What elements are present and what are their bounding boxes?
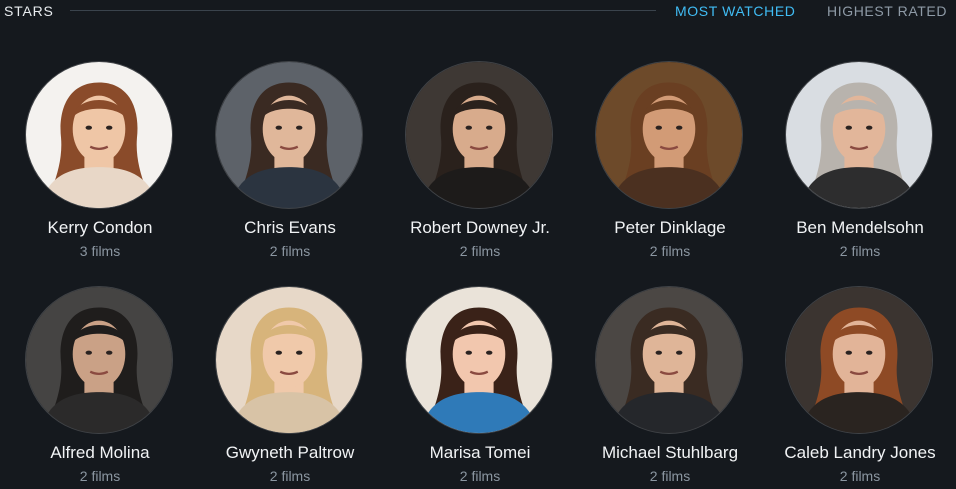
star-photo[interactable] bbox=[785, 286, 933, 434]
star-card[interactable]: Gwyneth Paltrow 2 films bbox=[195, 286, 385, 489]
star-photo[interactable] bbox=[595, 286, 743, 434]
star-photo[interactable] bbox=[405, 61, 553, 209]
film-count: 2 films bbox=[269, 468, 311, 484]
star-name[interactable]: Robert Downey Jr. bbox=[385, 218, 575, 238]
star-name[interactable]: Alfred Molina bbox=[5, 443, 195, 463]
star-card[interactable]: Kerry Condon 3 films bbox=[5, 61, 195, 276]
star-photo[interactable] bbox=[595, 61, 743, 209]
film-count: 2 films bbox=[649, 243, 691, 259]
star-card[interactable]: Marisa Tomei 2 films bbox=[385, 286, 575, 489]
star-name[interactable]: Caleb Landry Jones bbox=[765, 443, 955, 463]
film-count: 2 films bbox=[459, 243, 501, 259]
stars-panel: STARS MOST WATCHED HIGHEST RATED Kerry C… bbox=[0, 0, 956, 489]
star-name[interactable]: Peter Dinklage bbox=[575, 218, 765, 238]
star-name[interactable]: Chris Evans bbox=[195, 218, 385, 238]
film-count: 2 films bbox=[839, 243, 881, 259]
star-card[interactable]: Alfred Molina 2 films bbox=[5, 286, 195, 489]
star-card[interactable]: Peter Dinklage 2 films bbox=[575, 61, 765, 276]
film-count: 3 films bbox=[79, 243, 121, 259]
film-count: 2 films bbox=[459, 468, 501, 484]
star-photo[interactable] bbox=[25, 286, 173, 434]
star-photo[interactable] bbox=[405, 286, 553, 434]
star-card[interactable]: Robert Downey Jr. 2 films bbox=[385, 61, 575, 276]
film-count: 2 films bbox=[839, 468, 881, 484]
star-photo[interactable] bbox=[785, 61, 933, 209]
star-card[interactable]: Chris Evans 2 films bbox=[195, 61, 385, 276]
star-card[interactable]: Michael Stuhlbarg 2 films bbox=[575, 286, 765, 489]
film-count: 2 films bbox=[649, 468, 691, 484]
star-photo[interactable] bbox=[215, 61, 363, 209]
star-photo[interactable] bbox=[25, 61, 173, 209]
film-count: 2 films bbox=[79, 468, 121, 484]
star-name[interactable]: Marisa Tomei bbox=[385, 443, 575, 463]
film-count: 2 films bbox=[269, 243, 311, 259]
star-name[interactable]: Ben Mendelsohn bbox=[765, 218, 955, 238]
star-card[interactable]: Caleb Landry Jones 2 films bbox=[765, 286, 955, 489]
star-name[interactable]: Kerry Condon bbox=[5, 218, 195, 238]
star-name[interactable]: Gwyneth Paltrow bbox=[195, 443, 385, 463]
stars-grid: Kerry Condon 3 films Chris Evans 2 films Rob… bbox=[0, 0, 956, 489]
star-card[interactable]: Ben Mendelsohn 2 films bbox=[765, 61, 955, 276]
star-name[interactable]: Michael Stuhlbarg bbox=[575, 443, 765, 463]
star-photo[interactable] bbox=[215, 286, 363, 434]
